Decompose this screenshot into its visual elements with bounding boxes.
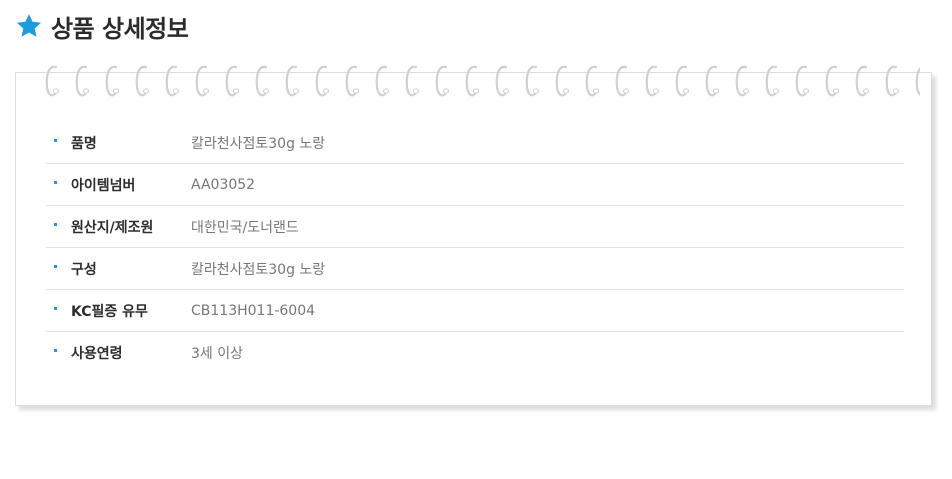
info-value: 칼라천사점토30g 노랑 [191, 261, 326, 278]
spiral-binding-icon [45, 65, 920, 97]
binding-ring [555, 65, 570, 97]
info-row-item-number: 아이템넘버 AA03052 [46, 164, 904, 206]
bullet-icon [54, 181, 57, 184]
star-icon [16, 14, 42, 37]
bullet-icon [54, 223, 57, 226]
info-row-product-name: 품명 칼라천사점토30g 노랑 [46, 122, 904, 164]
product-info-list: 품명 칼라천사점토30g 노랑 아이템넘버 AA03052 원산지/제조원 대한… [46, 122, 904, 374]
page-title: 상품 상세정보 [51, 14, 189, 43]
section-header: 상품 상세정보 [15, 9, 189, 43]
binding-ring [315, 65, 330, 97]
info-row-kc-certification: KC필증 유무 CB113H011-6004 [46, 290, 904, 332]
info-value: AA03052 [191, 176, 256, 193]
binding-ring [525, 65, 540, 97]
bullet-icon [54, 265, 57, 268]
bullet-icon [54, 139, 57, 142]
binding-ring [75, 65, 90, 97]
binding-ring [705, 65, 720, 97]
info-label: 품명 [71, 135, 97, 152]
binding-ring [105, 65, 120, 97]
product-detail-card: 품명 칼라천사점토30g 노랑 아이템넘버 AA03052 원산지/제조원 대한… [15, 65, 932, 406]
binding-ring [885, 65, 900, 97]
info-value: 3세 이상 [191, 346, 243, 362]
binding-ring [375, 65, 390, 97]
info-label: 원산지/제조원 [71, 219, 154, 236]
binding-ring [435, 65, 450, 97]
binding-ring [165, 65, 180, 97]
info-value: 칼라천사점토30g 노랑 [191, 135, 326, 152]
binding-ring [45, 65, 60, 97]
binding-ring [735, 65, 750, 97]
binding-ring [795, 65, 810, 97]
binding-ring [345, 65, 360, 97]
binding-ring [855, 65, 870, 97]
info-label: 아이템넘버 [71, 177, 136, 194]
binding-ring [585, 65, 600, 97]
info-value: CB113H011-6004 [191, 302, 316, 319]
binding-ring [915, 67, 920, 96]
info-row-age: 사용연령 3세 이상 [46, 332, 904, 374]
binding-ring [405, 65, 420, 97]
bullet-icon [54, 307, 57, 310]
binding-ring [255, 65, 270, 97]
binding-ring [135, 65, 150, 97]
info-row-origin-manufacturer: 원산지/제조원 대한민국/도너랜드 [46, 206, 904, 248]
info-label: 사용연령 [71, 346, 123, 362]
binding-ring [195, 65, 210, 97]
binding-ring [285, 65, 300, 97]
info-label: 구성 [71, 261, 97, 278]
binding-ring [495, 65, 510, 97]
binding-ring [675, 65, 690, 97]
info-label: KC필증 유무 [71, 303, 148, 320]
bullet-icon [54, 349, 57, 352]
info-value: 대한민국/도너랜드 [191, 219, 299, 236]
binding-ring [225, 65, 240, 97]
binding-ring [465, 65, 480, 97]
binding-ring [825, 65, 840, 97]
binding-ring [765, 65, 780, 97]
info-row-composition: 구성 칼라천사점토30g 노랑 [46, 248, 904, 290]
binding-ring [615, 65, 630, 97]
binding-ring [645, 65, 660, 97]
